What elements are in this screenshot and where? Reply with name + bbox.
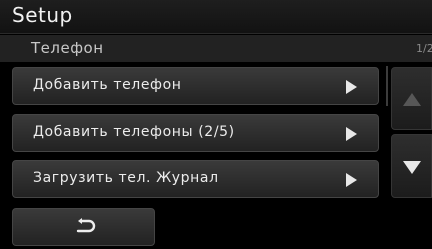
back-button[interactable]: [12, 208, 155, 246]
scroll-up-icon: [403, 93, 421, 106]
scroll-down-icon: [403, 161, 421, 174]
back-return-icon: [76, 218, 96, 233]
play-arrow-icon: [346, 173, 357, 187]
menu-item-download-log[interactable]: Загрузить тел. Журнал: [12, 160, 379, 198]
scroll-up-button[interactable]: [391, 67, 432, 130]
section-title: Телефон: [31, 39, 104, 57]
play-arrow-icon: [346, 80, 357, 94]
title-bar: Setup: [0, 0, 432, 34]
setup-screen: Setup Телефон 1/2 Добавить телефон Добав…: [0, 0, 432, 249]
menu-item-label: Добавить телефоны (2/5): [33, 124, 235, 140]
play-arrow-icon: [346, 127, 357, 141]
menu-item-add-phone[interactable]: Добавить телефон: [12, 67, 379, 105]
page-title: Setup: [12, 3, 73, 27]
section-header: Телефон 1/2: [0, 35, 432, 62]
menu-item-add-phones[interactable]: Добавить телефоны (2/5): [12, 114, 379, 152]
scroll-divider: [386, 66, 388, 106]
scroll-down-button[interactable]: [391, 134, 432, 198]
menu-item-label: Добавить телефон: [33, 77, 182, 93]
page-indicator: 1/2: [416, 42, 432, 55]
menu-item-label: Загрузить тел. Журнал: [33, 170, 219, 186]
